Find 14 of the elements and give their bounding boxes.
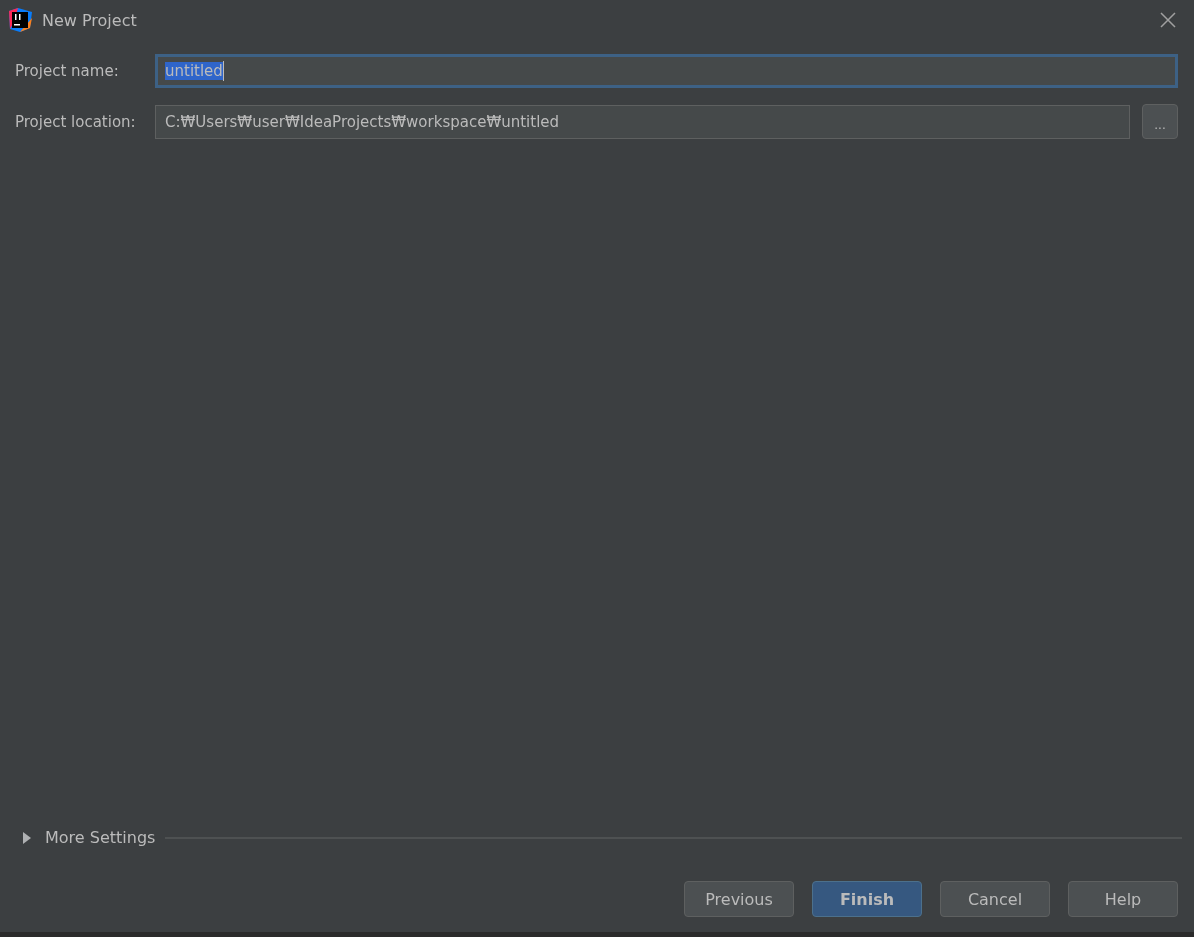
more-settings-toggle[interactable]: More Settings xyxy=(45,828,156,847)
dialog-button[interactable]: Help xyxy=(1068,881,1178,917)
input-field[interactable]: C:₩Users₩user₩IdeaProjects₩workspace₩untitled xyxy=(155,104,1130,139)
dialog-button[interactable]: Finish xyxy=(812,881,922,917)
dialog-button[interactable]: Previous xyxy=(684,881,794,917)
field-label: Project location: xyxy=(15,112,137,131)
field-label: Project name: xyxy=(15,62,120,80)
app-logo-icon xyxy=(8,8,32,32)
input-field[interactable]: untitled xyxy=(155,54,1178,88)
expand-right-icon[interactable] xyxy=(22,831,32,844)
dialog-button[interactable]: Cancel xyxy=(940,881,1050,917)
browse-button[interactable]: ... xyxy=(1142,104,1178,139)
close-icon[interactable] xyxy=(1160,12,1176,28)
window-title: New Project xyxy=(42,10,137,30)
